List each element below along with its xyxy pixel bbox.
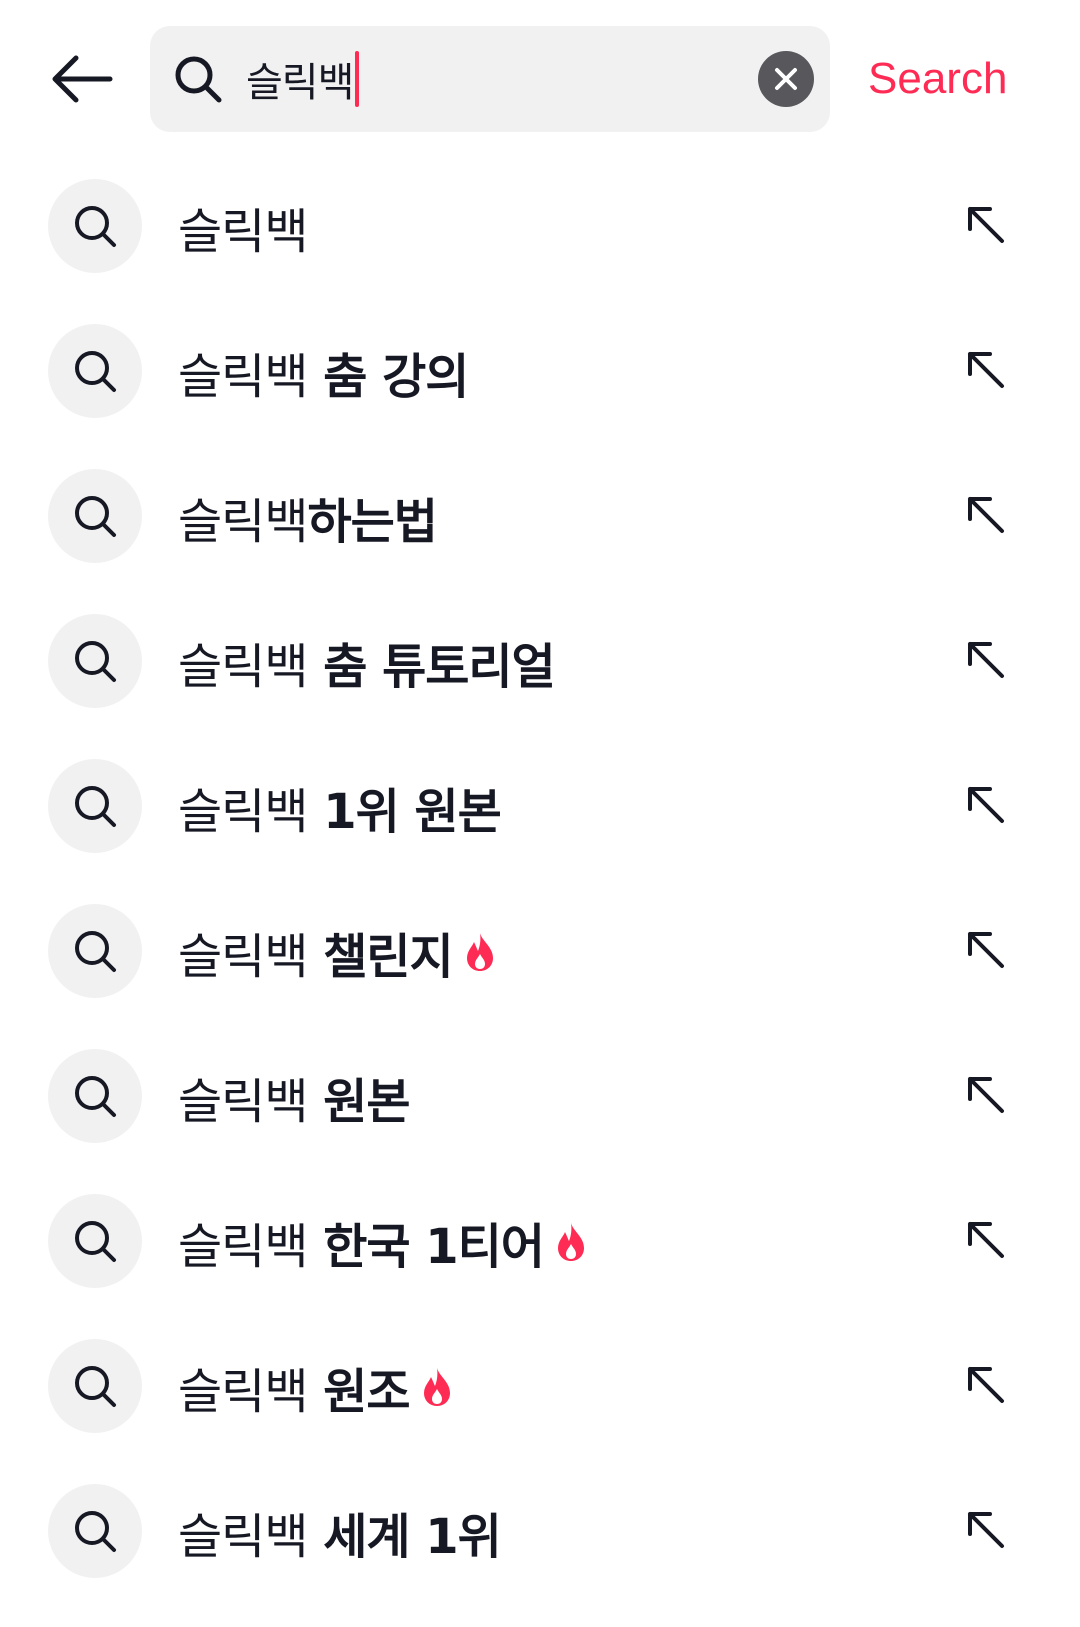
suggestion-completion-part: 한국 1티어 <box>307 1219 545 1275</box>
arrow-up-left-icon <box>968 352 1004 388</box>
suggestion-search-icon-chip <box>48 1339 142 1433</box>
suggestion-search-icon-chip <box>48 904 142 998</box>
suggestion-row[interactable]: 슬릭백 1위 원본 <box>0 757 1080 902</box>
close-icon <box>775 68 797 90</box>
arrow-left-icon <box>52 55 113 103</box>
suggestion-query-part: 슬릭백 <box>178 1074 308 1130</box>
search-submit-button[interactable]: Search <box>868 48 1048 110</box>
search-icon <box>75 1076 116 1117</box>
fill-query-button[interactable] <box>958 487 1014 543</box>
suggestion-row[interactable]: 슬릭백 한국 1티어 <box>0 1192 1080 1337</box>
suggestion-text: 슬릭백 원조 <box>178 1347 454 1427</box>
suggestion-query-part: 슬릭백 <box>178 1509 308 1565</box>
search-icon <box>75 206 116 247</box>
suggestion-row[interactable]: 슬릭백 세계 1위 <box>0 1482 1080 1627</box>
suggestion-completion-part: 춤 강의 <box>307 349 469 405</box>
suggestion-completion-part: 원본 <box>307 1074 410 1130</box>
suggestion-row[interactable]: 슬릭백 춤 튜토리얼 <box>0 612 1080 757</box>
suggestion-text: 슬릭백 세계 1위 <box>178 1492 502 1572</box>
suggestion-text: 슬릭백 <box>178 187 308 267</box>
suggestion-search-icon-chip <box>48 759 142 853</box>
suggestion-query-part: 슬릭백 <box>178 784 308 840</box>
arrow-up-left-icon <box>968 207 1004 243</box>
clear-search-button[interactable] <box>758 51 814 107</box>
suggestion-query-part: 슬릭백 <box>178 1364 308 1420</box>
suggestion-row[interactable]: 슬릭백 챌린지 <box>0 902 1080 1047</box>
fill-query-button[interactable] <box>958 197 1014 253</box>
suggestion-query-part: 슬릭백 <box>178 1219 308 1275</box>
suggestion-completion-part: 세계 1위 <box>307 1509 502 1565</box>
suggestion-query-part: 슬릭백 <box>178 639 308 695</box>
fire-icon <box>557 1223 584 1261</box>
suggestion-search-icon-chip <box>48 469 142 563</box>
search-query-text: 슬릭백 <box>246 60 354 106</box>
search-icon <box>75 496 116 537</box>
search-icon <box>75 1511 116 1552</box>
search-icon <box>75 931 116 972</box>
arrow-up-left-icon <box>968 1512 1004 1548</box>
suggestion-query-part: 슬릭백 <box>178 349 308 405</box>
suggestion-search-icon-chip <box>48 179 142 273</box>
suggestion-completion-part: 1위 원본 <box>307 784 502 840</box>
suggestion-search-icon-chip <box>48 614 142 708</box>
fill-query-button[interactable] <box>958 632 1014 688</box>
search-input[interactable]: 슬릭백 <box>246 42 360 116</box>
suggestion-search-icon-chip <box>48 1049 142 1143</box>
arrow-up-left-icon <box>968 787 1004 823</box>
suggestion-text: 슬릭백 한국 1티어 <box>178 1202 588 1282</box>
fill-query-button[interactable] <box>958 1212 1014 1268</box>
fill-query-button[interactable] <box>958 777 1014 833</box>
suggestion-row[interactable]: 슬릭백 원본 <box>0 1047 1080 1192</box>
suggestion-text: 슬릭백 원본 <box>178 1057 411 1137</box>
suggestion-completion-part: 원조 <box>307 1364 410 1420</box>
arrow-up-left-icon <box>968 642 1004 678</box>
arrow-up-left-icon <box>968 1077 1004 1113</box>
suggestion-query-part: 슬릭백 <box>178 204 308 260</box>
search-icon <box>175 56 222 103</box>
suggestion-text: 슬릭백 챌린지 <box>178 912 497 992</box>
fill-query-button[interactable] <box>958 342 1014 398</box>
suggestion-text: 슬릭백 하는법 <box>178 477 438 557</box>
back-button[interactable] <box>44 48 120 110</box>
search-icon <box>75 786 116 827</box>
suggestion-search-icon-chip <box>48 324 142 418</box>
fill-query-button[interactable] <box>958 922 1014 978</box>
fill-query-button[interactable] <box>958 1357 1014 1413</box>
suggestion-row[interactable]: 슬릭백 원조 <box>0 1337 1080 1482</box>
suggestion-text: 슬릭백 춤 튜토리얼 <box>178 622 556 702</box>
fill-query-button[interactable] <box>958 1502 1014 1558</box>
suggestion-text: 슬릭백 춤 강의 <box>178 332 469 412</box>
search-icon <box>75 1221 116 1262</box>
fire-icon <box>466 933 493 971</box>
arrow-up-left-icon <box>968 932 1004 968</box>
suggestion-row[interactable]: 슬릭백 춤 강의 <box>0 322 1080 467</box>
suggestion-search-icon-chip <box>48 1484 142 1578</box>
suggestion-query-part: 슬릭백 <box>178 929 308 985</box>
arrow-up-left-icon <box>968 1367 1004 1403</box>
fire-icon <box>423 1368 450 1406</box>
arrow-up-left-icon <box>968 1222 1004 1258</box>
search-icon <box>75 641 116 682</box>
suggestion-text: 슬릭백 1위 원본 <box>178 767 502 847</box>
arrow-up-left-icon <box>968 497 1004 533</box>
suggestion-completion-part: 챌린지 <box>307 929 454 985</box>
suggestion-row[interactable]: 슬릭백 하는법 <box>0 467 1080 612</box>
suggestion-completion-part: 춤 튜토리얼 <box>307 639 556 695</box>
suggestion-completion-part: 하는법 <box>307 494 437 550</box>
search-icon <box>75 1366 116 1407</box>
text-caret <box>355 51 360 107</box>
suggestion-list: 슬릭백 슬릭백 춤 강의 슬릭백 하는법 슬릭백 춤 튜토리얼 슬릭백 1위 원… <box>0 177 1080 1627</box>
suggestion-search-icon-chip <box>48 1194 142 1288</box>
suggestion-query-part: 슬릭백 <box>178 494 308 550</box>
suggestion-row[interactable]: 슬릭백 <box>0 177 1080 322</box>
fill-query-button[interactable] <box>958 1067 1014 1123</box>
search-icon <box>75 351 116 392</box>
search-header: 슬릭백 Search <box>0 26 1080 132</box>
search-bar[interactable]: 슬릭백 <box>150 26 830 132</box>
